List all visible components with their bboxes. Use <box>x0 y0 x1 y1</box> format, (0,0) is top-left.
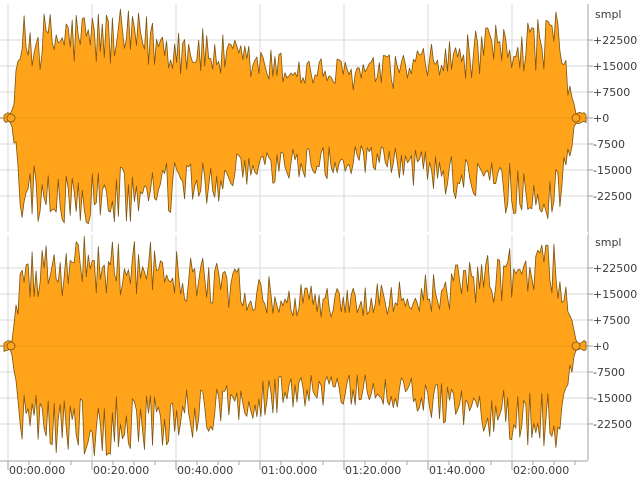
amplitude-tick-label: +7500 <box>593 314 630 327</box>
amplitude-tick-label: +7500 <box>593 86 630 99</box>
end-marker-icon[interactable] <box>571 341 581 351</box>
amplitude-tick-label: -7500 <box>593 366 625 379</box>
timeline-label: 01:00.000 <box>261 464 317 477</box>
timeline-label: 01:20.000 <box>345 464 401 477</box>
waveform-editor[interactable]: smpl smpl +22500 +15000 +7500 +0 -7500 -15000… <box>0 0 640 480</box>
channel-2-waveform[interactable] <box>3 236 587 457</box>
amplitude-tick-label: -22500 <box>593 418 632 431</box>
amplitude-tick-label: +22500 <box>593 34 637 47</box>
units-label-channel-1: smpl <box>595 8 622 21</box>
waveform-shape[interactable] <box>3 8 587 225</box>
amplitude-tick-label: -7500 <box>593 138 625 151</box>
amplitude-tick-label: -15000 <box>593 164 632 177</box>
channel-1-waveform[interactable] <box>3 8 587 225</box>
timeline-label: 02:00.000 <box>513 464 569 477</box>
timeline-label: 00:20.000 <box>93 464 149 477</box>
start-marker-icon[interactable] <box>6 341 16 351</box>
amplitude-tick-label: +22500 <box>593 262 637 275</box>
timeline-ruler[interactable]: 00:00.000 00:20.000 00:40.000 01:00.000 01:2… <box>0 460 588 477</box>
start-marker-icon[interactable] <box>6 113 16 123</box>
timeline-label: 01:40.000 <box>429 464 485 477</box>
waveform-canvas[interactable]: smpl smpl +22500 +15000 +7500 +0 -7500 -15000… <box>0 0 640 480</box>
end-marker-icon[interactable] <box>571 113 581 123</box>
amplitude-tick-label: -22500 <box>593 190 632 203</box>
units-label-channel-2: smpl <box>595 236 622 249</box>
amplitude-tick-label: +0 <box>593 340 609 353</box>
amplitude-tick-label: +15000 <box>593 288 637 301</box>
amplitude-tick-label: +0 <box>593 112 609 125</box>
amplitude-axis: smpl smpl +22500 +15000 +7500 +0 -7500 -15000… <box>587 4 637 460</box>
timeline-label: 00:00.000 <box>9 464 65 477</box>
amplitude-tick-label: -15000 <box>593 392 632 405</box>
timeline-label: 00:40.000 <box>177 464 233 477</box>
amplitude-tick-label: +15000 <box>593 60 637 73</box>
